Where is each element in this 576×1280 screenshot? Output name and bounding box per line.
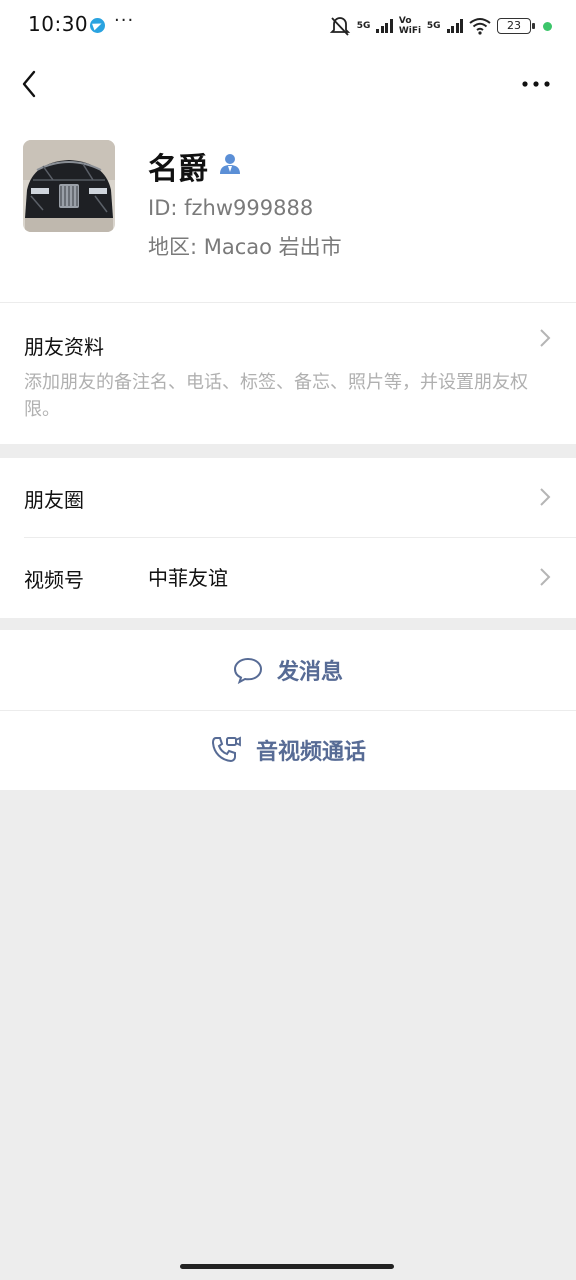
- chat-bubble-icon: [233, 657, 262, 684]
- chevron-right-icon: [540, 488, 551, 506]
- contact-name: 名爵: [148, 152, 208, 187]
- wifi-icon: [469, 18, 491, 35]
- chevron-right-icon: [540, 568, 551, 586]
- friend-info-description: 添加朋友的备注名、电话、标签、备忘、照片等，并设置朋友权限。: [24, 372, 528, 420]
- moments-label: 朋友圈: [24, 488, 84, 512]
- profile-links: 朋友圈 视频号 中菲友谊: [0, 458, 576, 618]
- verified-person-icon: [220, 154, 240, 174]
- channels-row[interactable]: 视频号 中菲友谊: [0, 538, 576, 618]
- back-button[interactable]: [16, 66, 48, 102]
- signal-icon: [376, 19, 393, 33]
- signal-icon-2: [446, 19, 463, 33]
- contact-actions: 发消息 音视频通话: [0, 630, 576, 790]
- battery-icon: 23: [497, 18, 535, 34]
- friend-info-row[interactable]: 朋友资料 添加朋友的备注名、电话、标签、备忘、照片等，并设置朋友权限。: [0, 302, 576, 444]
- wechat-id: ID: fzhw999888: [148, 196, 314, 220]
- profile-header: 名爵 ID: fzhw999888 地区: Macao 岩出市: [0, 116, 576, 302]
- network-5g-label-2: 5G: [426, 20, 441, 31]
- region: 地区: Macao 岩出市: [148, 235, 342, 259]
- status-time: 10:30: [28, 12, 89, 36]
- status-icons: 5G Vo WiFi 5G 23: [329, 14, 552, 38]
- send-message-label: 发消息: [276, 660, 343, 685]
- avatar[interactable]: [23, 140, 115, 232]
- privacy-dot-icon: [543, 21, 552, 31]
- mute-icon: [329, 17, 350, 36]
- more-notifications-icon: ···: [114, 10, 135, 31]
- telegram-icon: [90, 18, 105, 33]
- friend-info-title: 朋友资料: [24, 335, 104, 359]
- av-call-button[interactable]: 音视频通话: [0, 710, 576, 790]
- moments-row[interactable]: 朋友圈: [0, 458, 576, 538]
- volte-label: Vo WiFi: [398, 16, 422, 36]
- avatar-car-image: [23, 140, 115, 232]
- nav-bar: [0, 52, 576, 116]
- more-button[interactable]: [518, 72, 554, 96]
- chevron-right-icon: [540, 329, 551, 347]
- channels-value: 中菲友谊: [148, 566, 228, 590]
- channels-label: 视频号: [24, 568, 84, 592]
- status-bar: 10:30 ··· 5G Vo WiFi 5G 23: [0, 0, 576, 52]
- av-call-label: 音视频通话: [255, 740, 366, 765]
- network-5g-label: 5G: [356, 20, 371, 31]
- video-call-icon: [211, 736, 241, 763]
- send-message-button[interactable]: 发消息: [0, 630, 576, 710]
- home-indicator[interactable]: [180, 1264, 394, 1269]
